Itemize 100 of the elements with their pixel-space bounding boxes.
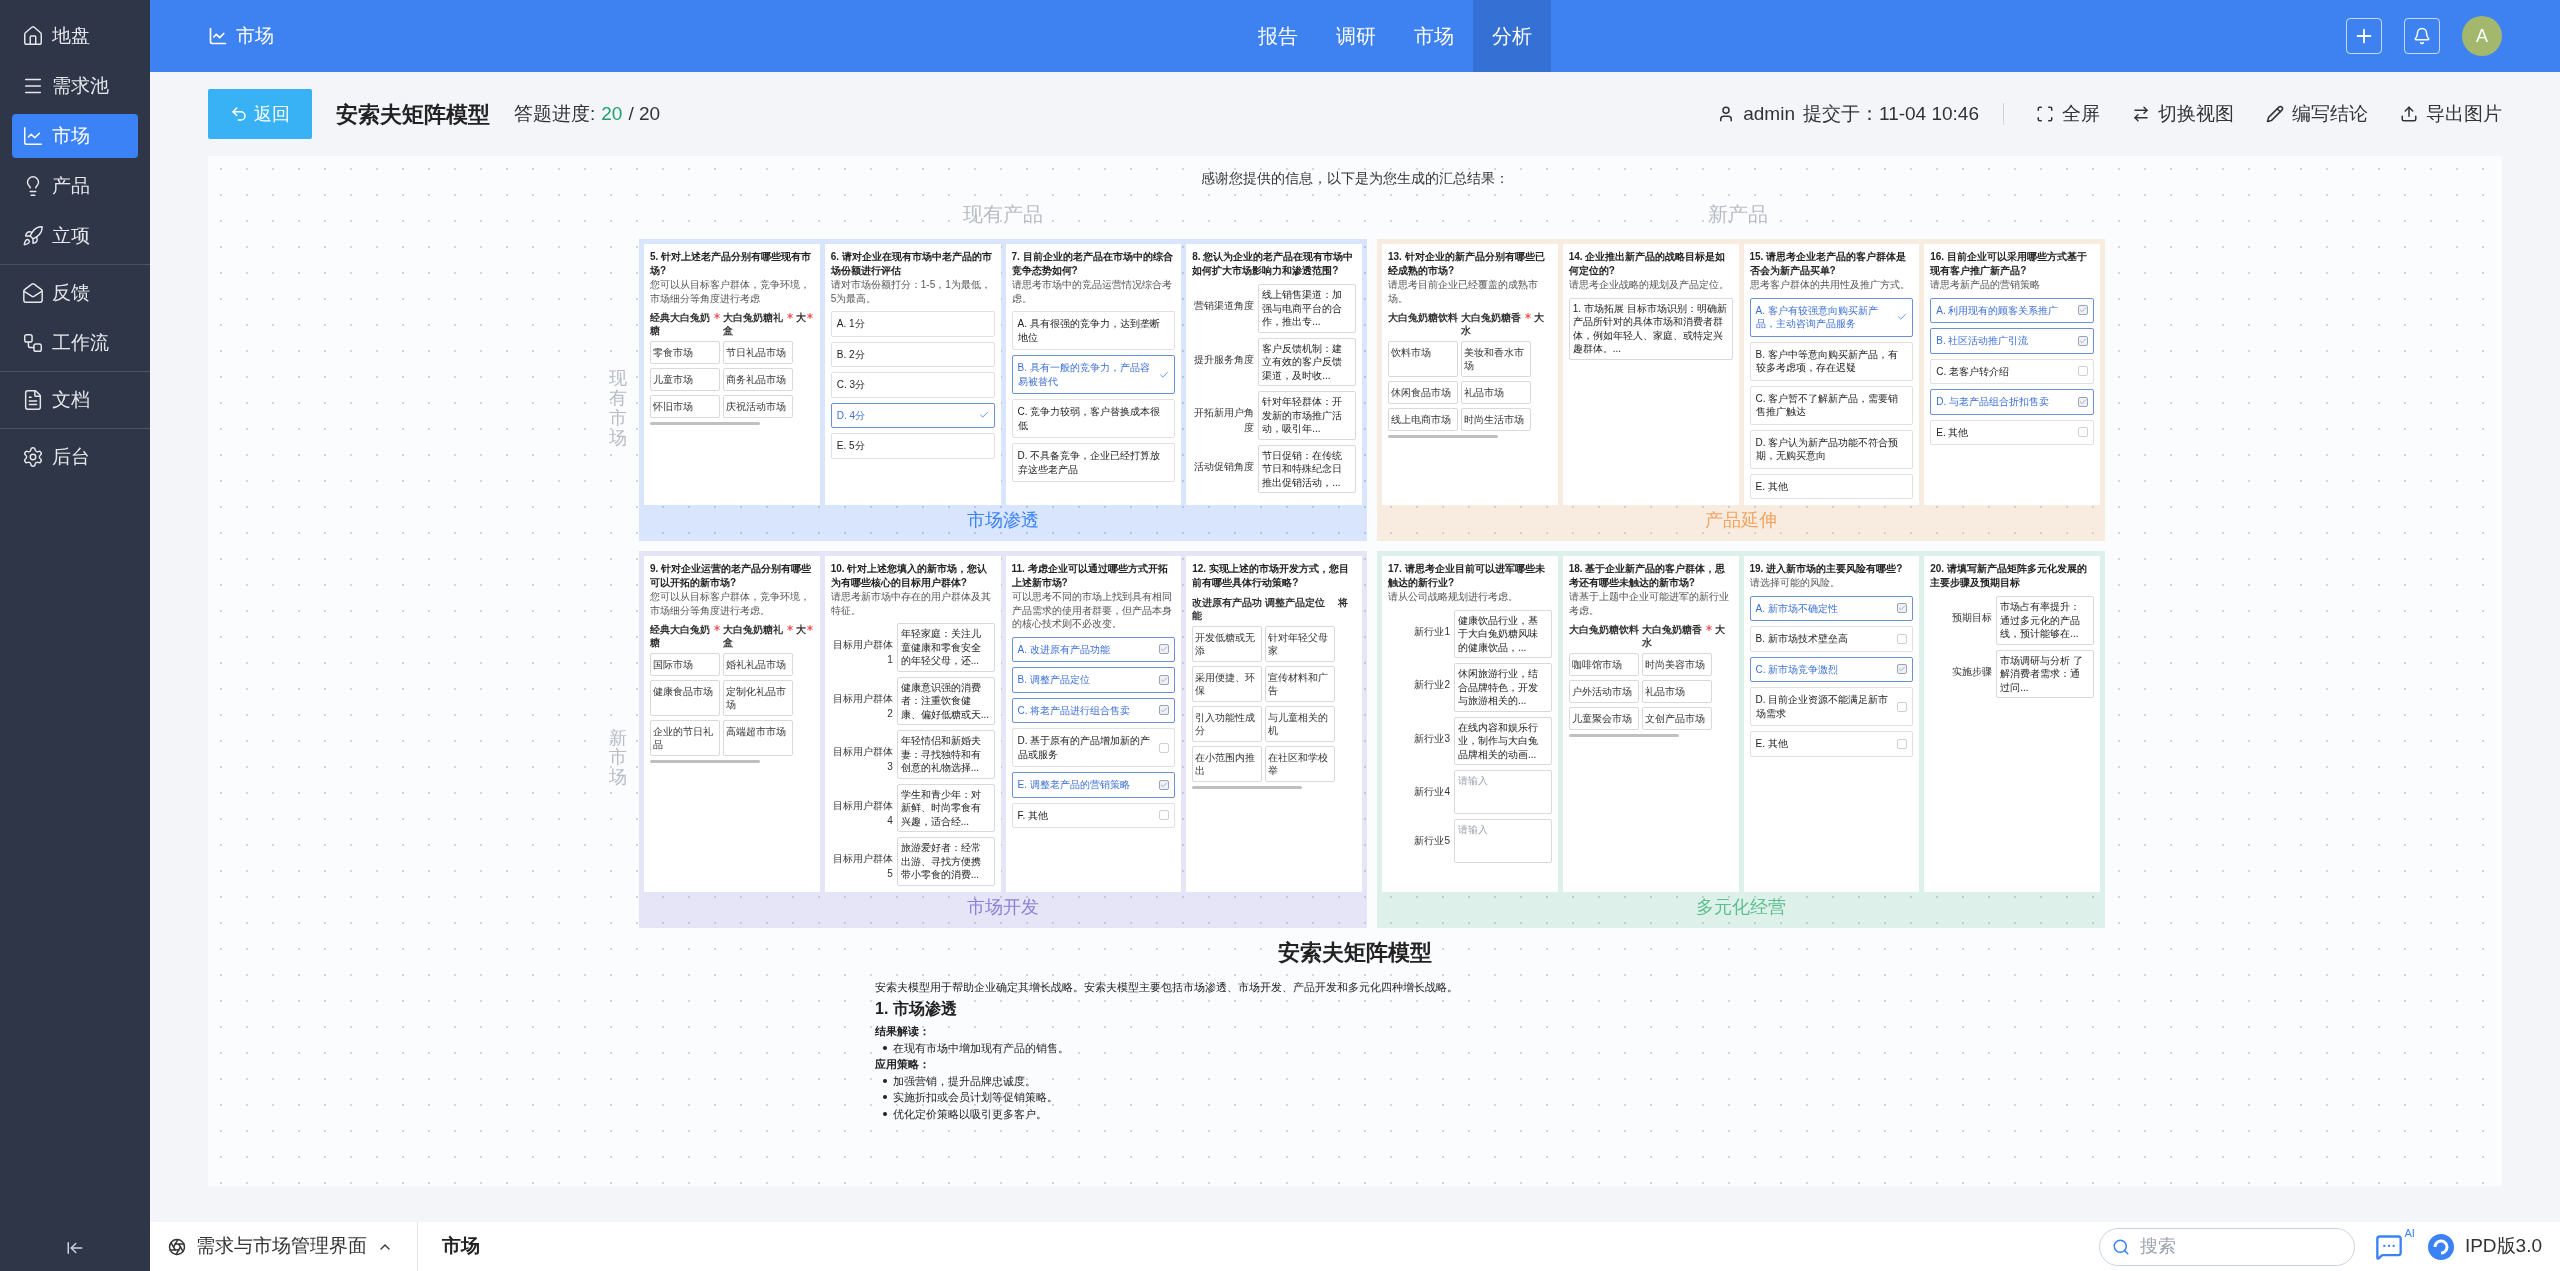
answer-option[interactable]: E. 其他 [1749, 473, 1914, 499]
answer-option[interactable]: D. 4分 [830, 402, 995, 428]
sidebar-item[interactable]: 地盘 [12, 14, 138, 58]
text-area[interactable]: 休闲旅游行业，结合品牌特色，开发与旅游相关的... [1454, 663, 1552, 712]
text-area[interactable]: 节日促销：在传统节日和特殊纪念日推出促销活动，... [1258, 444, 1356, 493]
bullet-icon [883, 1111, 887, 1116]
answer-option[interactable]: D. 客户认为新产品功能不符合预期，无购买意向 [1749, 429, 1914, 469]
text-area[interactable]: 学生和青少年：对新鲜、时尚零食有兴趣，适合经... [896, 783, 995, 832]
toolbar-action[interactable]: 全屏 [2036, 99, 2100, 129]
toolbar-action[interactable]: 编写结论 [2266, 99, 2368, 129]
answer-option[interactable]: E. 其他 [1749, 731, 1914, 757]
answer-option[interactable]: F. 其他 [1011, 802, 1176, 828]
add-button[interactable] [2346, 18, 2382, 54]
toolbar-action[interactable]: 导出图片 [2400, 99, 2502, 129]
nav-tab[interactable]: 调研 [1317, 0, 1395, 72]
answer-option[interactable]: E. 调整老产品的营销策略 [1011, 772, 1176, 798]
text-area[interactable]: 旅游爱好者：经常出游、寻找方便携带小零食的消费... [896, 837, 995, 886]
sidebar-item[interactable]: 工作流 [12, 321, 138, 365]
switch-icon [2132, 105, 2150, 123]
checkbox[interactable] [1159, 779, 1170, 790]
sidebar-item[interactable]: 需求池 [12, 64, 138, 108]
checkbox[interactable] [1159, 674, 1170, 685]
answer-option[interactable]: D. 基于原有的产品增加新的产品或服务 [1011, 728, 1176, 767]
text-area[interactable]: 在线内容和娱乐行业，制作与大白兔品牌相关的动画... [1454, 716, 1552, 765]
answer-option[interactable]: B. 社区活动推广引流 [1930, 328, 2094, 354]
question-hint: 请思考新产品的营销策略 [1930, 278, 2042, 292]
text-area[interactable]: 市场调研与分析 了解消费者需求：通过问... [1996, 649, 2094, 698]
sidebar-item[interactable]: 产品 [12, 164, 138, 208]
checkbox[interactable] [1897, 701, 1908, 712]
answer-option[interactable]: D. 目前企业资源不能满足新市场需求 [1749, 687, 1914, 726]
text-area[interactable]: 客户反馈机制：建立有效的客户反馈渠道，及时收... [1258, 337, 1356, 386]
checkbox[interactable] [1159, 742, 1170, 753]
text-area[interactable]: 市场占有率提升：通过多元化的产品线，预计能够在... [1996, 596, 2094, 645]
notification-button[interactable] [2404, 18, 2440, 54]
text-area[interactable]: 年轻情侣和新婚夫妻：寻找独特和有创意的礼物选择... [896, 730, 995, 779]
question-hint: 请从公司战略规划进行考虑。 [1388, 590, 1519, 604]
answer-option[interactable]: C. 客户暂不了解新产品，需要销售推广触达 [1749, 385, 1914, 425]
answer-option[interactable]: C. 新市场竞争激烈 [1749, 656, 1914, 682]
answer-option[interactable]: A. 利用现有的顾客关系推广 [1930, 297, 2094, 323]
answer-option[interactable]: E. 5分 [830, 433, 995, 459]
text-area[interactable]: 健康饮品行业，基于大白兔奶糖风味的健康饮品，... [1454, 609, 1552, 658]
question-title: 10. 针对上述您填入的新市场，您认为有哪些核心的目标用户群体? [830, 562, 989, 590]
checkbox[interactable] [2078, 396, 2088, 407]
answer-option[interactable]: B. 新市场技术壁垒高 [1749, 626, 1914, 652]
answer-option[interactable]: A. 改进原有产品功能 [1011, 636, 1176, 662]
breadcrumb-item[interactable]: 市场 [442, 1232, 480, 1261]
table-cell: 时尚生活市场 [1461, 408, 1531, 431]
field-label: 新行业2 [1413, 678, 1450, 692]
sidebar-item[interactable]: 市场 [12, 114, 138, 158]
checkbox[interactable] [2078, 305, 2088, 316]
answer-option[interactable]: B. 客户中等意向购买新产品，有较多考虑项，存在迟疑 [1749, 341, 1914, 381]
collapse-icon[interactable] [66, 1239, 84, 1257]
answer-option[interactable]: C. 老客户转介绍 [1930, 358, 2094, 384]
table-cell: 国际市场 [650, 653, 720, 676]
checkbox[interactable] [1897, 738, 1908, 749]
checkbox[interactable] [1897, 603, 1908, 614]
breadcrumb-item[interactable]: 需求与市场管理界面 [196, 1232, 367, 1261]
answer-option[interactable]: E. 其他 [1930, 419, 2094, 445]
question-hint: 请思考市场中的竞品运营情况综合考虑。 [1011, 278, 1173, 305]
search-icon [2111, 1237, 2130, 1256]
sidebar-item[interactable]: 文档 [12, 378, 138, 422]
answer-option[interactable]: C. 3分 [830, 372, 995, 398]
answer-option[interactable]: A. 1分 [830, 311, 995, 337]
answer-option[interactable]: B. 2分 [830, 341, 995, 367]
text-area[interactable]: 1. 市场拓展 目标市场识别：明确新产品所针对的具体市场和消费者群体，例如年轻人、家庭、或特定兴趣群体。... [1568, 297, 1733, 360]
answer-option[interactable]: A. 具有很强的竞争力，达到垄断地位 [1011, 311, 1176, 350]
text-area[interactable]: 年轻家庭：关注儿童健康和零食安全的年轻父母，还... [896, 623, 995, 672]
text-area[interactable]: 健康意识强的消费者：注重饮食健康、偏好低糖或天... [896, 676, 995, 725]
answer-option[interactable]: A. 新市场不确定性 [1749, 595, 1914, 621]
nav-tab[interactable]: 市场 [1395, 0, 1473, 72]
answer-option[interactable]: B. 调整产品定位 [1011, 667, 1176, 693]
checkbox[interactable] [2078, 427, 2088, 438]
answer-option[interactable]: C. 竞争力较弱，客户替换成本很低 [1011, 399, 1176, 438]
text-area[interactable]: 线上销售渠道：加强与电商平台的合作，推出专... [1258, 284, 1356, 333]
checkbox[interactable] [1159, 644, 1170, 655]
answer-option[interactable]: B. 具有一般的竞争力，产品容易被替代 [1011, 355, 1176, 394]
chat-icon[interactable] [2374, 1232, 2403, 1261]
sidebar-item[interactable]: 立项 [12, 214, 138, 258]
nav-tab[interactable]: 分析 [1473, 0, 1551, 72]
answer-option[interactable]: A. 客户有较强意向购买新产品，主动咨询产品服务 [1749, 297, 1914, 337]
checkbox[interactable] [2078, 335, 2088, 346]
text-area[interactable]: 针对年轻群体：开发新的市场推广活动，吸引年... [1258, 391, 1356, 440]
answer-option[interactable]: D. 与老产品组合折扣售卖 [1930, 389, 2094, 415]
answer-option[interactable]: D. 不具备竞争，企业已经打算放弃这些老产品 [1011, 443, 1176, 482]
sidebar-item[interactable]: 反馈 [12, 271, 138, 315]
sidebar-item[interactable]: 后台 [12, 435, 138, 479]
sidebar-label: 后台 [52, 444, 90, 469]
checkbox[interactable] [1159, 810, 1170, 821]
checkbox[interactable] [1897, 664, 1908, 675]
nav-tab[interactable]: 报告 [1239, 0, 1317, 72]
question-title: 12. 实现上述的市场开发方式，您目前有哪些具体行动策略? [1192, 562, 1350, 590]
checkbox[interactable] [1897, 633, 1908, 644]
table-cell: 与儿童相关的机 [1265, 706, 1336, 742]
table-cell: 在社区和学校举 [1265, 746, 1336, 782]
checkbox[interactable] [1159, 705, 1170, 716]
answer-option[interactable]: C. 将老产品进行组合售卖 [1011, 697, 1176, 723]
checkbox[interactable] [2078, 366, 2088, 377]
question-title: 14. 企业推出新产品的战略目标是如何定位的? [1568, 250, 1727, 278]
toolbar-action[interactable]: 切换视图 [2132, 99, 2234, 129]
table-cell: 美妆和香水市场 [1461, 341, 1531, 377]
